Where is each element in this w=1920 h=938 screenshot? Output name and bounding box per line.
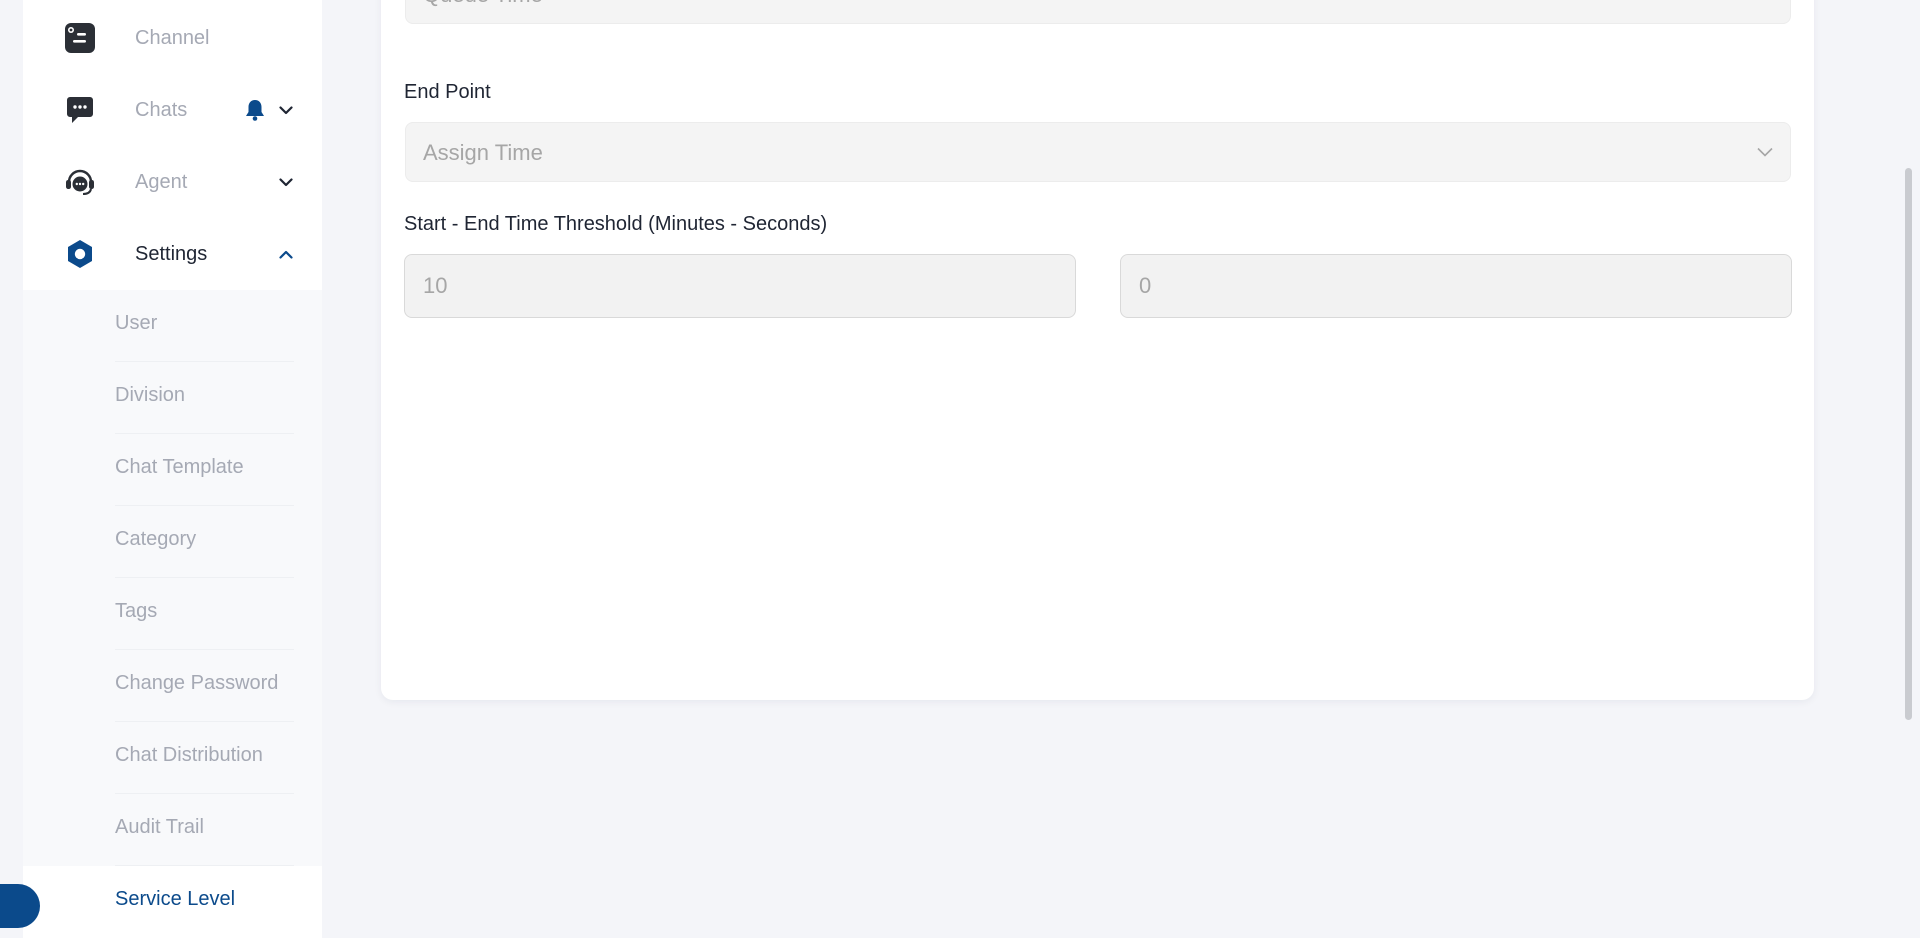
bell-icon[interactable]	[244, 99, 266, 121]
sidebar-item-label: Settings	[135, 242, 208, 265]
submenu-item-label: Service Level	[115, 888, 236, 910]
threshold-minutes-input[interactable]	[404, 254, 1076, 318]
submenu-item-label: Division	[115, 384, 186, 406]
page-scrollbar[interactable]	[1905, 168, 1912, 720]
submenu-item-label: Audit Trail	[115, 816, 204, 838]
sidebar-item-chats[interactable]: Chats	[23, 74, 322, 146]
submenu-item-label: User	[115, 312, 158, 334]
service-level-form-card: Queue Time End Point Assign Time Start -…	[381, 0, 1814, 700]
chat-bubble-icon	[63, 93, 97, 127]
sidebar-item-label: Channel	[135, 26, 210, 49]
sidebar-item-label: Agent	[135, 170, 188, 193]
channel-icon	[63, 21, 97, 55]
settings-submenu: User Division Chat Template Category Tag…	[0, 290, 322, 938]
end-point-select[interactable]: Assign Time	[405, 122, 1791, 182]
chevron-down-icon	[1754, 0, 1776, 5]
threshold-label: Start - End Time Threshold (Minutes - Se…	[404, 213, 828, 235]
submenu-item-audit-trail[interactable]: Audit Trail	[23, 794, 322, 866]
submenu-item-category[interactable]: Category	[23, 506, 322, 578]
submenu-item-label: Change Password	[115, 672, 279, 694]
sidebar: Channel Chats Agent Settings User Divisi…	[0, 0, 322, 938]
threshold-seconds-input[interactable]	[1120, 254, 1792, 318]
end-point-label: End Point	[404, 81, 491, 103]
end-point-value: Assign Time	[423, 140, 543, 165]
start-point-value: Queue Time	[423, 0, 543, 8]
submenu-item-change-password[interactable]: Change Password	[23, 650, 322, 722]
submenu-item-chat-template[interactable]: Chat Template	[23, 434, 322, 506]
chevron-down-icon[interactable]	[276, 100, 296, 120]
sidebar-item-channel[interactable]: Channel	[23, 2, 322, 74]
start-point-select[interactable]: Queue Time	[405, 0, 1791, 24]
submenu-item-chat-distribution[interactable]: Chat Distribution	[23, 722, 322, 794]
submenu-item-label: Chat Template	[115, 456, 244, 478]
submenu-item-label: Category	[115, 528, 197, 550]
active-indicator	[0, 884, 40, 928]
submenu-item-service-level[interactable]: Service Level	[0, 866, 322, 938]
sidebar-item-settings[interactable]: Settings	[23, 218, 322, 290]
submenu-item-label: Chat Distribution	[115, 744, 263, 766]
hexagon-settings-icon	[63, 237, 97, 271]
submenu-item-user[interactable]: User	[23, 290, 322, 362]
submenu-item-tags[interactable]: Tags	[23, 578, 322, 650]
sidebar-item-label: Chats	[135, 98, 188, 121]
chevron-up-icon[interactable]	[276, 244, 296, 264]
chevron-down-icon	[1754, 141, 1776, 163]
sidebar-item-agent[interactable]: Agent	[23, 146, 322, 218]
submenu-item-label: Tags	[115, 600, 158, 622]
headset-icon	[63, 165, 97, 199]
chevron-down-icon[interactable]	[276, 172, 296, 192]
submenu-item-division[interactable]: Division	[23, 362, 322, 434]
